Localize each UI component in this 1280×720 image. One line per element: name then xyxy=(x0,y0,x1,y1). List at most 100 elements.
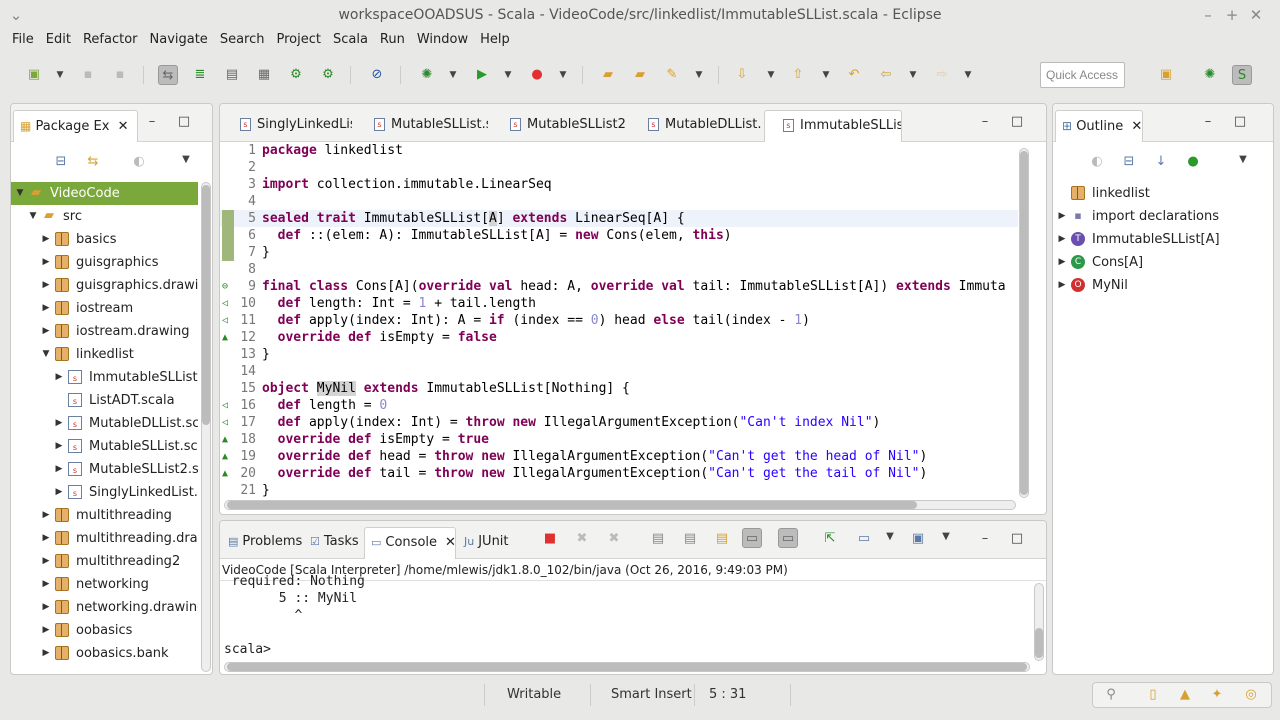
open-console-icon[interactable]: ▣ xyxy=(910,531,926,546)
debug-perspective-icon[interactable]: ✺ xyxy=(1200,65,1220,85)
open-folder-icon[interactable]: ▰ xyxy=(630,65,650,85)
code-line[interactable]: ▲ 19 override def head = throw new Illega… xyxy=(220,448,1018,465)
tab-problems[interactable]: ▤ Problems xyxy=(222,527,302,559)
focus-icon[interactable]: ◐ xyxy=(131,154,147,169)
expand-toggle-icon[interactable]: ▶ xyxy=(54,458,64,481)
expand-toggle-icon[interactable]: ▼ xyxy=(28,205,38,228)
expand-toggle-icon[interactable]: ▶ xyxy=(41,274,51,297)
show-on-stderr-icon[interactable]: ▭ xyxy=(778,528,798,548)
tree-item[interactable]: ▶ networking xyxy=(11,573,198,596)
skip-breakpoints-icon[interactable]: ⊘ xyxy=(367,65,387,85)
search-tool-icon[interactable]: ✎ xyxy=(662,65,682,85)
tab-outline[interactable]: ⊞ Outline ✕ xyxy=(1055,110,1143,142)
run-dropdown-icon[interactable]: ▼ xyxy=(503,65,513,85)
menu-search[interactable]: Search xyxy=(214,30,271,52)
maximize-console-icon[interactable]: □ xyxy=(1009,531,1025,546)
expand-toggle-icon[interactable]: ▶ xyxy=(1057,251,1067,274)
code-line[interactable]: 2 xyxy=(220,159,1018,176)
tree-item[interactable]: ▶sMutableSLList2.scal xyxy=(11,458,198,481)
tab-mutablesllist2-[interactable]: s MutableSLList2. xyxy=(492,110,626,142)
back-icon[interactable]: ⇦ xyxy=(876,65,896,85)
minimize-panel-icon[interactable]: – xyxy=(1200,114,1216,129)
code-line[interactable]: 15 object MyNil extends ImmutableSLList[N… xyxy=(220,380,1018,397)
code-line[interactable]: 8 xyxy=(220,261,1018,278)
tab-immutablesllist[interactable]: sImmutableSLList✕ xyxy=(764,110,902,142)
tree-item[interactable]: ▶ ▪ import declarations xyxy=(1053,205,1273,228)
expand-toggle-icon[interactable]: ▶ xyxy=(41,550,51,573)
code-line[interactable]: ▲ 12 override def isEmpty = false xyxy=(220,329,1018,346)
package-explorer-scrollbar[interactable] xyxy=(201,182,211,672)
terminate-icon[interactable]: ■ xyxy=(542,531,558,546)
tree-item[interactable]: ▶sSinglyLinkedList.sca xyxy=(11,481,198,504)
link-editor-icon[interactable]: ⇆ xyxy=(158,65,178,85)
open-type-icon[interactable]: ▰ xyxy=(598,65,618,85)
external-tools-dropdown-icon[interactable]: ▼ xyxy=(558,65,568,85)
tree-item[interactable]: ▶ oobasics xyxy=(11,619,198,642)
tree-item[interactable]: ▶ basics xyxy=(11,228,198,251)
expand-toggle-icon[interactable]: ▶ xyxy=(41,573,51,596)
console-output[interactable]: required: Nothing 5 :: MyNil ^ scala> xyxy=(220,574,1030,661)
tree-item[interactable]: ▼ ▰ VideoCode xyxy=(11,182,198,205)
expand-toggle-icon[interactable]: ▼ xyxy=(15,182,25,205)
tab-singlylinkedlis[interactable]: s SinglyLinkedLis xyxy=(222,110,352,142)
tree-item[interactable]: s ListADT.scala xyxy=(11,389,198,412)
next-annotation-dropdown-icon[interactable]: ▼ xyxy=(766,65,776,85)
view-menu-icon[interactable]: ▼ xyxy=(1235,154,1251,165)
expand-toggle-icon[interactable]: ▶ xyxy=(1057,205,1067,228)
menu-navigate[interactable]: Navigate xyxy=(144,30,214,52)
previous-annotation-icon[interactable]: ⇧ xyxy=(788,65,808,85)
console-horizontal-scrollbar[interactable] xyxy=(224,662,1030,672)
menu-project[interactable]: Project xyxy=(270,30,326,52)
quick-access-input[interactable]: Quick Access xyxy=(1040,62,1125,88)
tree-item[interactable]: ▶ O MyNil xyxy=(1053,274,1273,297)
expand-toggle-icon[interactable]: ▶ xyxy=(41,642,51,665)
learn-trim-icon[interactable]: ▲ xyxy=(1177,687,1193,703)
code-line[interactable]: 13} xyxy=(220,346,1018,363)
scroll-lock-icon[interactable]: ▤ xyxy=(682,531,698,546)
tab-mutablesllist-s[interactable]: s MutableSLList.s xyxy=(356,110,488,142)
back-dropdown-icon[interactable]: ▼ xyxy=(908,65,918,85)
tree-item[interactable]: ▼ linkedlist xyxy=(11,343,198,366)
maximize-panel-icon[interactable]: □ xyxy=(176,114,192,129)
show-on-stdout-icon[interactable]: ▭ xyxy=(742,528,762,548)
expand-toggle-icon[interactable]: ▶ xyxy=(41,228,51,251)
link-with-editor-icon[interactable]: ⇆ xyxy=(85,154,101,169)
expand-toggle-icon[interactable]: ▶ xyxy=(41,596,51,619)
tab-junit[interactable]: Ju JUnit xyxy=(458,527,518,559)
code-line[interactable]: ◁ 17 def apply(index: Int) = throw new Il… xyxy=(220,414,1018,431)
forward-dropdown-icon[interactable]: ▼ xyxy=(963,65,973,85)
scala-interpreter-icon[interactable]: ⚙ xyxy=(318,65,338,85)
next-annotation-icon[interactable]: ⇩ xyxy=(732,65,752,85)
code-line[interactable]: 21} xyxy=(220,482,1018,498)
remove-launch-icon[interactable]: ✖ xyxy=(574,531,590,546)
tree-item[interactable]: ▶sMutableDLList.scala xyxy=(11,412,198,435)
expand-toggle-icon[interactable]: ▶ xyxy=(41,320,51,343)
bookmarks-trim-icon[interactable]: ▯ xyxy=(1145,687,1161,703)
expand-toggle-icon[interactable]: ▶ xyxy=(54,481,64,504)
scala-worksheet-icon[interactable]: ⚙ xyxy=(286,65,306,85)
toggle-view-icon[interactable]: ≣ xyxy=(190,65,210,85)
expand-toggle-icon[interactable]: ▼ xyxy=(41,343,51,366)
tree-item[interactable]: ▶ T ImmutableSLList[A] xyxy=(1053,228,1273,251)
external-tools-icon[interactable]: ● xyxy=(527,65,547,85)
close-tab-icon[interactable]: ✕ xyxy=(445,535,455,550)
open-perspective-icon[interactable]: ▣ xyxy=(1156,65,1176,85)
close-icon[interactable]: ✕ xyxy=(1246,0,1266,30)
focus-icon[interactable]: ◐ xyxy=(1089,154,1105,169)
close-tab-icon[interactable]: ✕ xyxy=(118,119,129,134)
expand-toggle-icon[interactable]: ▶ xyxy=(54,412,64,435)
menu-window[interactable]: Window xyxy=(411,30,474,52)
maximize-icon[interactable]: + xyxy=(1222,0,1242,30)
collapse-all-icon[interactable]: ⊟ xyxy=(53,154,69,169)
close-tab-icon[interactable]: ✕ xyxy=(1131,119,1142,134)
new-file-icon[interactable]: ▤ xyxy=(222,65,242,85)
menu-edit[interactable]: Edit xyxy=(40,30,77,52)
word-wrap-icon[interactable]: ▤ xyxy=(714,531,730,546)
tab-package-explorer[interactable]: ▦ Package Ex ✕ xyxy=(13,110,138,142)
remove-all-launches-icon[interactable]: ✖ xyxy=(606,531,622,546)
menu-help[interactable]: Help xyxy=(474,30,516,52)
save-icon[interactable]: ▪ xyxy=(78,65,98,85)
expand-toggle-icon[interactable]: ▶ xyxy=(1057,274,1067,297)
window-menu-icon[interactable]: ⌄ xyxy=(6,0,26,30)
tree-item[interactable]: ▶sImmutableSLList.sca xyxy=(11,366,198,389)
